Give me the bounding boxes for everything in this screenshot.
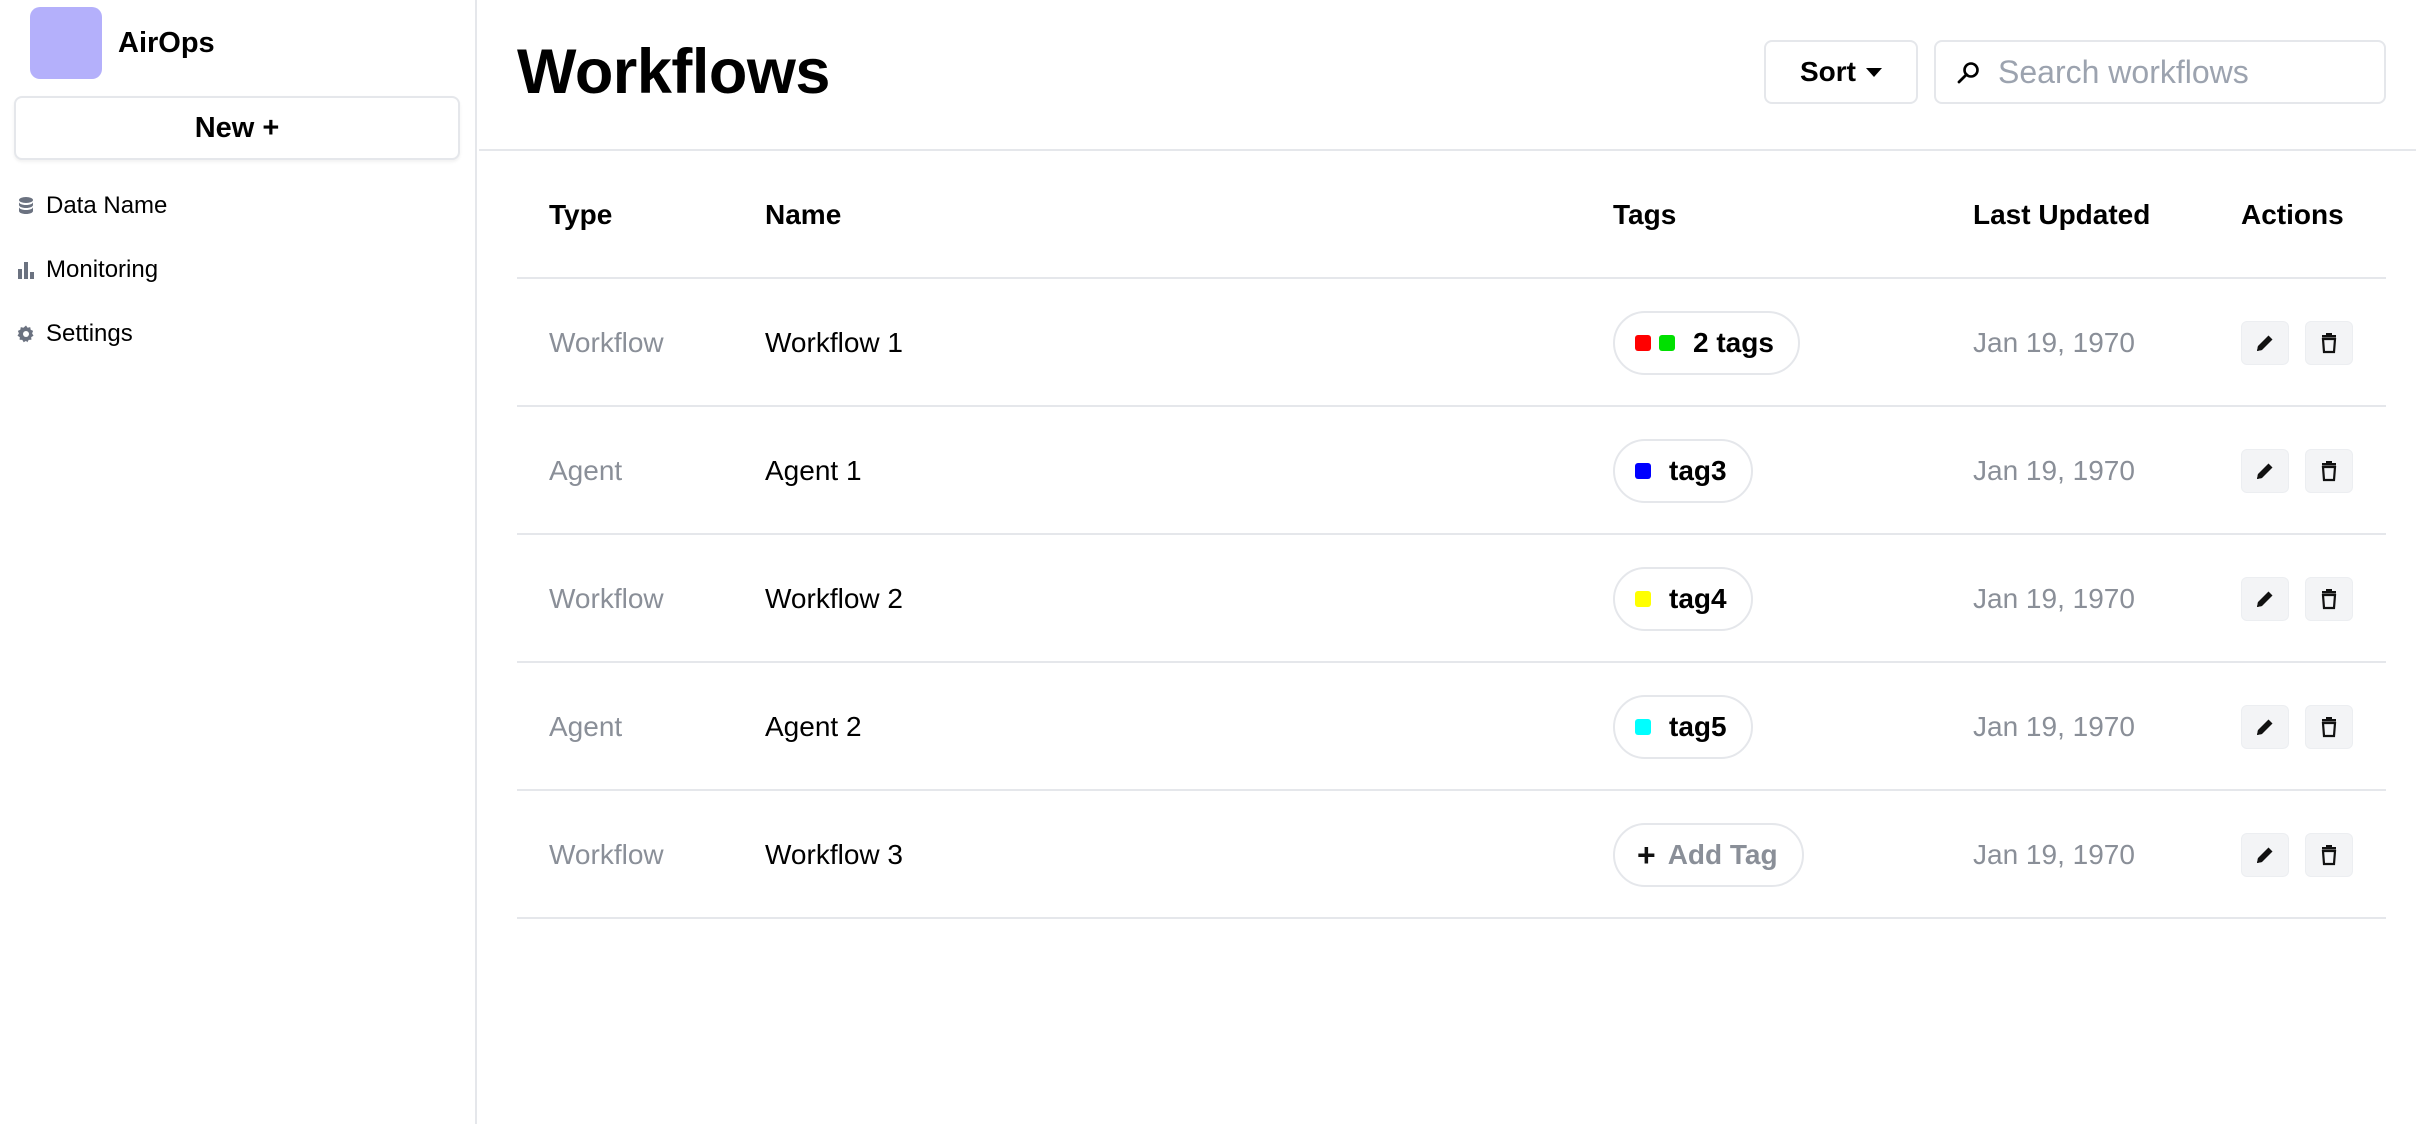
column-header-actions: Actions (2241, 199, 2344, 230)
trash-icon (2321, 845, 2337, 866)
tag-color-dot (1659, 335, 1675, 351)
pencil-icon (2257, 719, 2273, 735)
search-box[interactable] (1934, 40, 2386, 104)
row-name[interactable]: Workflow 1 (765, 279, 903, 407)
row-type: Workflow (549, 839, 664, 870)
bar-chart-icon (18, 262, 34, 279)
tags-pill[interactable]: tag5 (1613, 695, 1753, 759)
table-row[interactable]: Agent Agent 1 tag3 Jan 19, 1970 (517, 407, 2386, 535)
delete-button[interactable] (2305, 705, 2353, 749)
tags-label: tag5 (1669, 711, 1727, 742)
edit-button[interactable] (2241, 705, 2289, 749)
tag-color-dot (1635, 335, 1651, 351)
edit-button[interactable] (2241, 321, 2289, 365)
pencil-icon (2257, 463, 2273, 479)
app: AirOps New + Data Name Monitoring Settin… (0, 0, 2416, 1124)
row-tags: tag3 (1613, 407, 1753, 535)
tags-pill[interactable]: tag4 (1613, 567, 1753, 631)
tag-color-dot (1635, 719, 1651, 735)
row-type: Agent (549, 455, 623, 486)
workflows-table: Type Name Tags Last Updated Actions Work… (517, 151, 2386, 919)
edit-button[interactable] (2241, 833, 2289, 877)
column-header-type[interactable]: Type (549, 151, 612, 279)
row-name[interactable]: Agent 2 (765, 663, 862, 791)
row-last-updated: Jan 19, 1970 (1973, 327, 2135, 358)
sidebar-item-label: Monitoring (46, 256, 159, 283)
trash-icon (2321, 333, 2337, 354)
table-row[interactable]: Workflow Workflow 3 + Add Tag Jan 19, 19… (517, 791, 2386, 919)
column-header-last-updated[interactable]: Last Updated (1973, 151, 2150, 279)
tags-label: tag3 (1669, 455, 1727, 486)
row-last-updated: Jan 19, 1970 (1973, 839, 2135, 870)
trash-icon (2321, 589, 2337, 610)
plus-icon: + (1637, 836, 1656, 873)
row-name[interactable]: Workflow 2 (765, 535, 903, 663)
sidebar: AirOps New + Data Name Monitoring Settin… (0, 0, 477, 1124)
row-tags: + Add Tag (1613, 791, 1804, 919)
pencil-icon (2257, 591, 2273, 607)
edit-button[interactable] (2241, 577, 2289, 621)
sidebar-nav: Data Name Monitoring Settings (16, 186, 167, 378)
table-row[interactable]: Workflow Workflow 1 2 tags Jan 19, 1970 (517, 279, 2386, 407)
tags-pill[interactable]: tag3 (1613, 439, 1753, 503)
sidebar-item-label: Data Name (46, 192, 168, 219)
gear-icon (17, 325, 34, 343)
pencil-icon (2257, 335, 2273, 351)
add-tag-button[interactable]: + Add Tag (1613, 823, 1804, 887)
delete-button[interactable] (2305, 577, 2353, 621)
row-actions (2241, 407, 2369, 535)
edit-button[interactable] (2241, 449, 2289, 493)
row-actions (2241, 279, 2369, 407)
delete-button[interactable] (2305, 321, 2353, 365)
database-icon (19, 197, 33, 214)
table-row[interactable]: Workflow Workflow 2 tag4 Jan 19, 1970 (517, 535, 2386, 663)
row-tags: tag4 (1613, 535, 1753, 663)
row-type: Workflow (549, 327, 664, 358)
row-name[interactable]: Agent 1 (765, 407, 862, 535)
tags-label: tag4 (1669, 583, 1727, 614)
tags-pill[interactable]: 2 tags (1613, 311, 1800, 375)
brand[interactable]: AirOps (30, 7, 215, 79)
delete-button[interactable] (2305, 833, 2353, 877)
page-title: Workflows (517, 37, 830, 107)
chevron-down-icon (1866, 67, 1882, 77)
row-actions (2241, 663, 2369, 791)
row-tags: tag5 (1613, 663, 1753, 791)
sidebar-item-data-name[interactable]: Data Name (16, 186, 167, 226)
column-header-tags[interactable]: Tags (1613, 151, 1676, 279)
row-type: Agent (549, 711, 623, 742)
pencil-icon (2257, 847, 2273, 863)
sort-button[interactable]: Sort (1764, 40, 1918, 104)
column-header-name[interactable]: Name (765, 151, 841, 279)
main-content: Workflows Sort Type Name Tags Last Updat… (479, 0, 2416, 1124)
sidebar-item-settings[interactable]: Settings (16, 314, 167, 354)
trash-icon (2321, 717, 2337, 738)
sidebar-item-label: Settings (46, 320, 133, 347)
row-tags: 2 tags (1613, 279, 1800, 407)
trash-icon (2321, 461, 2337, 482)
table-row[interactable]: Agent Agent 2 tag5 Jan 19, 1970 (517, 663, 2386, 791)
delete-button[interactable] (2305, 449, 2353, 493)
row-actions (2241, 791, 2369, 919)
add-tag-label: Add Tag (1667, 839, 1778, 870)
sidebar-item-monitoring[interactable]: Monitoring (16, 250, 167, 290)
table-header-row: Type Name Tags Last Updated Actions (517, 151, 2386, 279)
tag-color-dot (1635, 463, 1651, 479)
row-last-updated: Jan 19, 1970 (1973, 455, 2135, 486)
row-actions (2241, 535, 2369, 663)
logo (30, 7, 102, 79)
row-type: Workflow (549, 583, 664, 614)
row-last-updated: Jan 19, 1970 (1973, 711, 2135, 742)
search-icon (1957, 62, 1979, 84)
tag-color-dot (1635, 591, 1651, 607)
row-last-updated: Jan 19, 1970 (1973, 583, 2135, 614)
page-header: Workflows Sort (479, 0, 2416, 151)
row-name[interactable]: Workflow 3 (765, 791, 903, 919)
tags-label: 2 tags (1693, 327, 1774, 358)
new-button[interactable]: New + (14, 96, 460, 160)
search-input[interactable] (1998, 53, 2378, 91)
brand-name: AirOps (118, 26, 215, 59)
sort-label: Sort (1800, 56, 1856, 87)
